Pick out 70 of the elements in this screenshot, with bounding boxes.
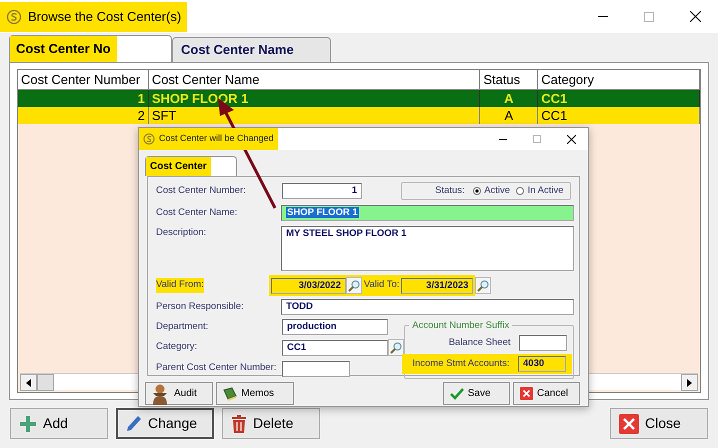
number-field[interactable]: 1 (282, 183, 362, 199)
balance-sheet-field[interactable] (519, 335, 567, 351)
cancel-button[interactable]: Cancel (513, 382, 580, 405)
audit-button[interactable]: Audit (145, 382, 213, 405)
close-icon[interactable] (566, 134, 576, 144)
date-field[interactable]: 3/03/2022 (270, 278, 346, 294)
field-label: Department: (156, 320, 210, 334)
search-icon[interactable] (475, 277, 492, 294)
memos-button[interactable]: Memos (216, 382, 294, 405)
field-label: Category: (156, 340, 198, 354)
change-button[interactable]: Change (116, 408, 214, 439)
book-icon (223, 386, 238, 400)
scroll-left-icon (26, 378, 31, 386)
column-header[interactable]: Cost Center Number (18, 70, 149, 89)
coin-icon (143, 133, 155, 145)
plus-icon (19, 414, 37, 432)
trash-icon (231, 414, 247, 432)
department-field[interactable]: production (282, 319, 388, 335)
tab[interactable]: Cost Center (145, 156, 237, 176)
field-label: Parent Cost Center Number: (156, 361, 278, 376)
scrollbar-thumb[interactable] (37, 374, 54, 391)
add-button[interactable]: Add (10, 408, 108, 439)
field-label: Status: (434, 184, 466, 198)
maximize-icon (644, 12, 654, 22)
person-icon (150, 382, 170, 404)
window-title: Browse the Cost Center(s) (28, 8, 182, 26)
field-label: Valid To: (362, 278, 400, 292)
field-label: Person Responsible: (156, 300, 245, 314)
field-label: Cost Center Name: (156, 206, 238, 220)
column-header[interactable]: Category (538, 70, 700, 89)
field-label: Cost Center Number: (156, 184, 247, 198)
column-header[interactable]: Status (480, 70, 538, 89)
person-field[interactable]: TODD (281, 299, 574, 315)
table-row[interactable]: 2 SFT A CC1 (18, 107, 700, 124)
close-icon[interactable] (690, 11, 700, 22)
check-icon (450, 388, 464, 400)
tab[interactable]: Cost Center No (9, 35, 172, 62)
name-field[interactable]: SHOP FLOOR 1 (281, 205, 574, 221)
column-header[interactable]: Cost Center Name (148, 70, 480, 89)
field-label: Description: (156, 226, 208, 240)
coin-icon (6, 8, 22, 24)
save-button[interactable]: Save (442, 382, 510, 405)
field-label: Balance Sheet (448, 336, 512, 350)
search-icon[interactable] (346, 277, 362, 294)
cancel-icon (520, 387, 533, 400)
minimize-icon[interactable] (499, 138, 507, 140)
field-label: Income Stmt Accounts: (411, 356, 510, 371)
radio-label[interactable]: In Active (528, 184, 564, 198)
table-cell: CC1 (538, 107, 700, 124)
maximize-icon (533, 135, 541, 143)
date-field[interactable]: 3/31/2023 (401, 278, 474, 294)
table-row[interactable]: 1 SHOP FLOOR 1 A CC1 (18, 90, 700, 107)
table-cell: A (480, 107, 538, 124)
income-field[interactable]: 4030 (518, 356, 566, 372)
parent-field[interactable] (282, 360, 350, 376)
description-field[interactable]: MY STEEL SHOP FLOOR 1 (281, 226, 574, 271)
radio-button[interactable] (516, 187, 524, 195)
field-label: Valid From: (156, 278, 204, 293)
scroll-right-icon (687, 378, 692, 386)
pencil-icon (126, 414, 142, 432)
close-button[interactable]: Close (610, 408, 708, 439)
tab[interactable]: Cost Center Name (172, 37, 331, 62)
radio-button[interactable] (472, 187, 481, 195)
dialog-title: Cost Center will be Changed (159, 132, 274, 146)
table-cell: 2 (18, 107, 149, 124)
radio-label[interactable]: Active (484, 184, 510, 198)
close-icon (619, 414, 639, 434)
category-field[interactable]: CC1 (282, 340, 388, 356)
delete-button[interactable]: Delete (222, 408, 320, 439)
search-icon[interactable] (388, 339, 404, 356)
